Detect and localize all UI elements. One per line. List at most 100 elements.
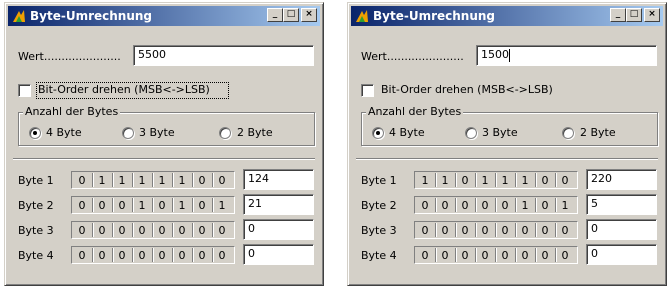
title-bar[interactable]: Byte-Umrechnung _ □ × [8, 6, 320, 26]
maximize-button[interactable]: □ [283, 8, 299, 22]
bit-cell[interactable]: 0 [114, 224, 130, 237]
byte-2-value-field[interactable]: 5 [586, 194, 657, 215]
bit-divider [132, 223, 133, 237]
bit-divider [112, 198, 113, 212]
bit-cell[interactable]: 0 [557, 249, 573, 262]
bit-cell[interactable]: 0 [94, 249, 110, 262]
radio-3-byte[interactable] [122, 127, 134, 139]
bit-cell[interactable]: 0 [154, 224, 170, 237]
bit-cell[interactable]: 1 [497, 174, 513, 187]
bit-cell[interactable]: 0 [74, 199, 90, 212]
bit-cell[interactable]: 1 [517, 199, 533, 212]
bit-cell[interactable]: 1 [557, 199, 573, 212]
wert-input[interactable]: 5500 [133, 45, 314, 66]
radio-3-byte[interactable] [465, 127, 477, 139]
bit-cell[interactable]: 0 [457, 174, 473, 187]
byte-1-value-field[interactable]: 124 [243, 169, 314, 190]
bit-cell[interactable]: 1 [174, 199, 190, 212]
bit-cell[interactable]: 0 [154, 199, 170, 212]
radio-2-byte-label[interactable]: 2 Byte [580, 126, 616, 139]
bit-cell[interactable]: 1 [94, 174, 110, 187]
bit-cell[interactable]: 0 [457, 249, 473, 262]
bit-cell[interactable]: 1 [437, 174, 453, 187]
bit-cell[interactable]: 0 [214, 224, 230, 237]
bit-order-label[interactable]: Bit-Order drehen (MSB<->LSB) [38, 83, 210, 96]
bit-cell[interactable]: 0 [214, 174, 230, 187]
bit-cell[interactable]: 0 [134, 224, 150, 237]
bit-cell[interactable]: 0 [417, 199, 433, 212]
title-bar[interactable]: Byte-Umrechnung _ □ × [351, 6, 663, 26]
radio-4-byte-label[interactable]: 4 Byte [389, 126, 425, 139]
byte-2-value-field[interactable]: 21 [243, 194, 314, 215]
bit-cell[interactable]: 0 [517, 224, 533, 237]
radio-2-byte[interactable] [219, 127, 231, 139]
bit-cell[interactable]: 1 [114, 174, 130, 187]
bit-cell[interactable]: 0 [557, 224, 573, 237]
bit-cell[interactable]: 0 [174, 249, 190, 262]
minimize-button[interactable]: _ [267, 8, 283, 22]
bit-cell[interactable]: 0 [94, 224, 110, 237]
bit-order-checkbox[interactable] [361, 84, 374, 97]
radio-4-byte[interactable] [372, 127, 384, 139]
bit-cell[interactable]: 0 [497, 199, 513, 212]
close-button[interactable]: × [301, 8, 317, 22]
byte-1-value-field[interactable]: 220 [586, 169, 657, 190]
bit-cell[interactable]: 0 [417, 249, 433, 262]
bit-cell[interactable]: 0 [437, 249, 453, 262]
byte-4-value-field[interactable]: 0 [586, 244, 657, 265]
bit-cell[interactable]: 1 [214, 199, 230, 212]
bit-cell[interactable]: 0 [517, 249, 533, 262]
bit-cell[interactable]: 0 [457, 199, 473, 212]
bit-cell[interactable]: 0 [537, 199, 553, 212]
bit-cell[interactable]: 1 [517, 174, 533, 187]
radio-2-byte-label[interactable]: 2 Byte [237, 126, 273, 139]
bit-cell[interactable]: 0 [477, 249, 493, 262]
wert-input[interactable]: 1500 [476, 45, 657, 66]
bit-cell[interactable]: 1 [174, 174, 190, 187]
bit-cell[interactable]: 0 [194, 199, 210, 212]
bit-cell[interactable]: 0 [537, 174, 553, 187]
bit-cell[interactable]: 0 [537, 224, 553, 237]
radio-3-byte-label[interactable]: 3 Byte [482, 126, 518, 139]
bit-cell[interactable]: 0 [497, 224, 513, 237]
bit-cell[interactable]: 0 [437, 224, 453, 237]
bit-cell[interactable]: 0 [417, 224, 433, 237]
bit-cell[interactable]: 0 [174, 224, 190, 237]
bit-cell[interactable]: 0 [154, 249, 170, 262]
bit-order-checkbox[interactable] [18, 84, 31, 97]
bit-cell[interactable]: 0 [477, 199, 493, 212]
bit-cell[interactable]: 1 [154, 174, 170, 187]
bit-cell[interactable]: 0 [194, 249, 210, 262]
radio-4-byte-label[interactable]: 4 Byte [46, 126, 82, 139]
radio-2-byte[interactable] [562, 127, 574, 139]
bit-cell[interactable]: 0 [94, 199, 110, 212]
minimize-button[interactable]: _ [610, 8, 626, 22]
bit-cell[interactable]: 0 [74, 174, 90, 187]
byte-3-value-field[interactable]: 0 [586, 219, 657, 240]
bit-cell[interactable]: 0 [114, 199, 130, 212]
bit-cell[interactable]: 1 [417, 174, 433, 187]
byte-4-value-field[interactable]: 0 [243, 244, 314, 265]
bit-cell[interactable]: 0 [537, 249, 553, 262]
bit-cell[interactable]: 0 [497, 249, 513, 262]
bit-cell[interactable]: 0 [74, 224, 90, 237]
radio-4-byte[interactable] [29, 127, 41, 139]
bit-cell[interactable]: 0 [114, 249, 130, 262]
bit-cell[interactable]: 0 [194, 174, 210, 187]
bit-cell[interactable]: 0 [557, 174, 573, 187]
close-button[interactable]: × [644, 8, 660, 22]
maximize-button[interactable]: □ [626, 8, 642, 22]
bit-cell[interactable]: 1 [134, 199, 150, 212]
radio-3-byte-label[interactable]: 3 Byte [139, 126, 175, 139]
bit-cell[interactable]: 0 [214, 249, 230, 262]
byte-3-value-field[interactable]: 0 [243, 219, 314, 240]
bit-cell[interactable]: 0 [477, 224, 493, 237]
bit-cell[interactable]: 1 [134, 174, 150, 187]
bit-cell[interactable]: 0 [194, 224, 210, 237]
bit-cell[interactable]: 0 [457, 224, 473, 237]
bit-cell[interactable]: 0 [134, 249, 150, 262]
bit-order-label[interactable]: Bit-Order drehen (MSB<->LSB) [381, 83, 553, 96]
bit-cell[interactable]: 1 [477, 174, 493, 187]
bit-cell[interactable]: 0 [74, 249, 90, 262]
bit-cell[interactable]: 0 [437, 199, 453, 212]
